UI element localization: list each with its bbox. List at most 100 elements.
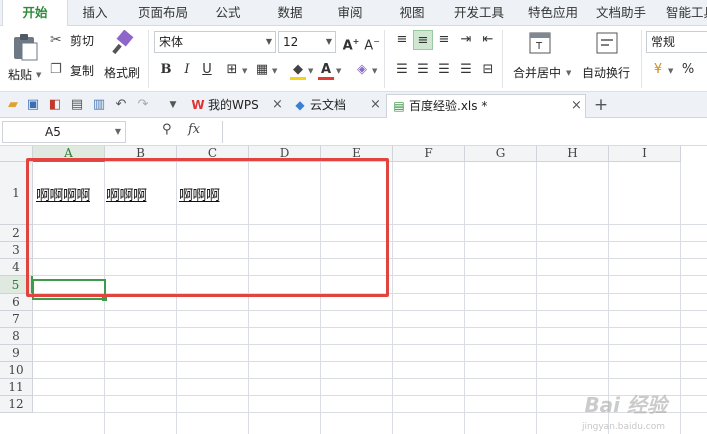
copy-button[interactable]: ❐ 复制 <box>50 62 94 78</box>
tab-my-wps-label: 我的WPS <box>208 98 259 112</box>
font-color-button[interactable]: A <box>316 60 336 80</box>
tab-developer[interactable]: 开发工具 <box>448 0 510 26</box>
column-header-g[interactable]: G <box>465 146 537 162</box>
align-top-icon: ≡ <box>396 32 408 47</box>
close-icon[interactable]: × <box>370 94 381 116</box>
new-tab-icon[interactable]: + <box>592 96 610 114</box>
tab-page-layout[interactable]: 页面布局 <box>130 0 196 26</box>
align-right-button[interactable]: ☰ <box>434 60 454 80</box>
save-icon[interactable]: ▣ <box>24 96 42 114</box>
decrease-font-button[interactable]: A− <box>362 32 382 53</box>
name-box[interactable]: A5 ▼ <box>2 121 126 143</box>
currency-dropdown-icon[interactable]: ▼ <box>668 67 673 75</box>
borders-dropdown-icon[interactable]: ▼ <box>242 67 247 75</box>
ribbon-tab-bar: 开始 插入 页面布局 公式 数据 审阅 视图 开发工具 特色应用 文档助手 智能… <box>0 0 707 27</box>
fill-pattern-button[interactable]: ▦ <box>252 60 272 80</box>
close-icon[interactable]: × <box>571 95 582 117</box>
close-icon[interactable]: × <box>272 94 283 116</box>
align-left-icon: ☰ <box>396 62 408 77</box>
tab-my-wps[interactable]: W 我的WPS × <box>186 94 286 118</box>
merge-dropdown-icon[interactable]: ▼ <box>566 69 571 77</box>
undo-icon[interactable]: ↶ <box>112 96 130 114</box>
tab-home[interactable]: 开始 <box>2 0 68 27</box>
grid-column-line <box>680 162 681 434</box>
italic-button[interactable]: I <box>177 60 197 80</box>
clear-format-button[interactable]: ◈ <box>352 60 372 80</box>
font-color-dropdown-icon[interactable]: ▼ <box>336 67 341 75</box>
tab-smart-tools[interactable]: 智能工具 <box>660 0 707 26</box>
font-size-value: 12 <box>283 35 299 49</box>
outdent-icon: ⇤ <box>482 32 494 47</box>
fill-pattern-dropdown-icon[interactable]: ▼ <box>272 67 277 75</box>
tab-data[interactable]: 数据 <box>270 0 310 26</box>
copy-label: 复制 <box>70 64 95 78</box>
wrap-text-button[interactable]: 自动换行 <box>578 30 636 90</box>
align-left-button[interactable]: ☰ <box>392 60 412 80</box>
tab-cloud-docs-label: 云文档 <box>310 98 347 112</box>
column-header-h[interactable]: H <box>537 146 609 162</box>
indent-button[interactable]: ⇥ <box>456 30 476 50</box>
font-name-select[interactable]: 宋体 ▼ <box>154 31 276 53</box>
borders-button[interactable]: ⊞ <box>222 60 242 80</box>
name-box-value: A5 <box>45 125 61 139</box>
tab-baidu-xls[interactable]: ▤ 百度经验.xls * × <box>386 94 586 118</box>
column-header-f[interactable]: F <box>393 146 465 162</box>
merge-center-button[interactable]: T 合并居中 ▼ <box>508 30 572 90</box>
align-center-button[interactable]: ☰ <box>413 60 433 80</box>
row-header-11[interactable]: 11 <box>0 379 33 396</box>
export-pdf-icon[interactable]: ◧ <box>46 96 64 114</box>
tab-formulas[interactable]: 公式 <box>208 0 248 26</box>
chevron-down-icon: ▼ <box>265 37 272 46</box>
row-header-9[interactable]: 9 <box>0 345 33 362</box>
row-header-10[interactable]: 10 <box>0 362 33 379</box>
tab-insert[interactable]: 插入 <box>74 0 116 26</box>
print-preview-icon[interactable]: ▥ <box>90 96 108 114</box>
bold-button[interactable]: B <box>156 60 176 80</box>
tab-doc-assistant[interactable]: 文档助手 <box>590 0 652 26</box>
tab-review[interactable]: 审阅 <box>330 0 370 26</box>
baidu-watermark-url: jingyan.baidu.com <box>581 422 665 432</box>
align-middle-button[interactable]: ≡ <box>413 30 433 50</box>
row-header-8[interactable]: 8 <box>0 328 33 345</box>
align-bottom-button[interactable]: ≡ <box>434 30 454 50</box>
redo-icon[interactable]: ↷ <box>134 96 152 114</box>
ribbon-separator <box>641 30 642 88</box>
cut-button[interactable]: ✂ 剪切 <box>50 32 94 48</box>
fill-color-button[interactable]: ◆ <box>288 60 308 80</box>
justify-button[interactable]: ☰ <box>456 60 476 80</box>
open-folder-icon[interactable]: ▰ <box>4 96 22 114</box>
paint-bucket-icon: ◆ <box>293 62 303 77</box>
increase-font-button[interactable]: A+ <box>341 32 361 53</box>
zoom-icon[interactable]: ⚲ <box>162 122 172 137</box>
tab-special[interactable]: 特色应用 <box>522 0 584 26</box>
tab-view[interactable]: 视图 <box>392 0 432 26</box>
clear-format-dropdown-icon[interactable]: ▼ <box>372 67 377 75</box>
print-icon[interactable]: ▤ <box>68 96 86 114</box>
font-size-select[interactable]: 12 ▼ <box>278 31 336 53</box>
fill-color-dropdown-icon[interactable]: ▼ <box>308 67 313 75</box>
customize-dropdown-icon[interactable]: ▼ <box>164 96 182 114</box>
currency-button[interactable]: ¥ <box>648 60 668 80</box>
quick-access-bar: ▰ ▣ ◧ ▤ ▥ ↶ ↷ ▼ W 我的WPS × ◆ 云文档 × ▤ 百度经验.xl… <box>0 92 707 118</box>
outdent-button[interactable]: ⇤ <box>478 30 498 50</box>
distributed-button[interactable]: ⊟ <box>478 60 498 80</box>
brush-icon <box>112 30 134 55</box>
format-painter-button[interactable]: 格式刷 <box>104 30 140 90</box>
row-header-7[interactable]: 7 <box>0 311 33 328</box>
number-format-value: 常规 <box>651 35 676 49</box>
underline-button[interactable]: U <box>197 60 217 80</box>
column-header-i[interactable]: I <box>609 146 681 162</box>
format-painter-label: 格式刷 <box>104 66 141 80</box>
wrap-text-icon <box>596 32 618 54</box>
highlight-box <box>26 158 389 297</box>
insert-function-button[interactable]: fx <box>188 122 200 137</box>
percent-button[interactable]: % <box>678 60 698 80</box>
formula-input[interactable] <box>222 121 707 143</box>
row-header-12[interactable]: 12 <box>0 396 33 413</box>
tab-cloud-docs[interactable]: ◆ 云文档 × <box>288 94 384 118</box>
cloud-cube-icon: ◆ <box>295 98 305 112</box>
number-format-select[interactable]: 常规 <box>646 31 707 53</box>
paste-dropdown-icon[interactable]: ▼ <box>36 71 41 79</box>
align-top-button[interactable]: ≡ <box>392 30 412 50</box>
paste-button[interactable]: 粘贴 ▼ <box>8 30 42 90</box>
